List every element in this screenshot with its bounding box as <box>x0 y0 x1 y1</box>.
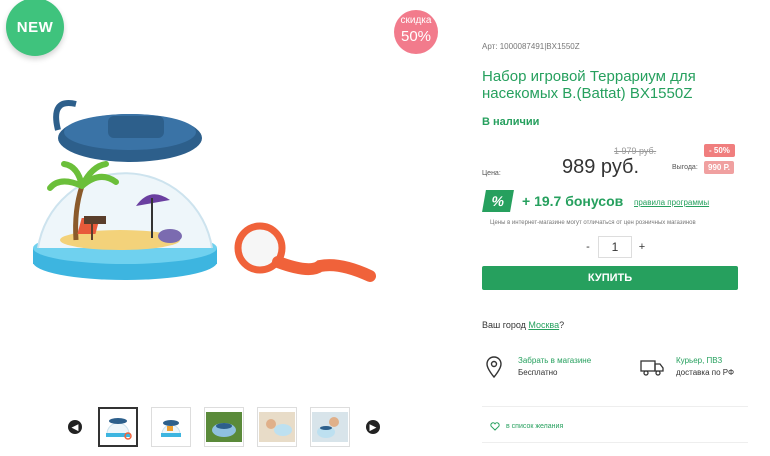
buy-button[interactable]: КУПИТЬ <box>482 266 738 290</box>
city-selector: Ваш город Москва? <box>482 320 564 330</box>
divider <box>482 406 748 407</box>
thumbnail-strip: ◀ ▶ <box>68 406 398 448</box>
product-sku: Арт: 1000087491|BX1550Z <box>482 42 580 51</box>
old-price: 1 979 руб. <box>614 146 657 156</box>
quantity-stepper: - 1 + <box>580 236 650 258</box>
thumbnail-5[interactable] <box>310 407 350 447</box>
thumbnail-4[interactable] <box>257 407 297 447</box>
product-info: Арт: 1000087491|BX1550Z Набор игровой Те… <box>482 0 770 456</box>
courier-title[interactable]: Курьер, ПВЗ <box>676 356 722 365</box>
sale-badge-label: скидка <box>400 15 432 26</box>
heart-icon <box>490 422 500 431</box>
savings-label: Выгода: <box>672 164 698 171</box>
product-title: Набор игровой Террариум для насекомых B.… <box>482 68 696 102</box>
quantity-input[interactable]: 1 <box>598 236 632 258</box>
new-badge-label: NEW <box>16 18 54 36</box>
quantity-decrease-button[interactable]: - <box>580 241 596 253</box>
stock-status: В наличии <box>482 116 540 128</box>
sale-badge: скидка 50% <box>394 10 438 54</box>
discount-badge: - 50% <box>704 144 735 157</box>
current-price: 989 руб. <box>562 156 640 178</box>
price-disclaimer: Цены в интернет-магазине могут отличатьс… <box>490 220 696 226</box>
thumbnail-1[interactable] <box>98 407 138 447</box>
thumbnail-3[interactable] <box>204 407 244 447</box>
sale-badge-value: 50% <box>400 28 432 45</box>
city-prefix: Ваш город <box>482 320 529 330</box>
quantity-increase-button[interactable]: + <box>634 241 650 253</box>
price-label: Цена: <box>482 170 501 177</box>
product-image[interactable] <box>20 90 400 320</box>
product-gallery: NEW скидка 50% ◀ ▶ <box>0 0 460 456</box>
pickup-title[interactable]: Забрать в магазине <box>518 356 591 365</box>
courier-description: доставка по РФ <box>676 368 735 377</box>
bonus-amount: + 19.7 бонусов <box>522 193 624 209</box>
chevron-right-icon[interactable]: ▶ <box>366 420 380 434</box>
wishlist-label: в список желания <box>506 423 564 430</box>
wishlist-link[interactable]: в список желания <box>490 422 563 431</box>
savings-badge: 990 Р. <box>704 161 734 174</box>
divider <box>482 442 748 443</box>
truck-icon <box>640 360 664 376</box>
city-suffix: ? <box>559 320 565 330</box>
pickup-price: Бесплатно <box>518 368 558 377</box>
location-pin-icon <box>486 356 502 378</box>
percent-icon: % <box>482 190 514 212</box>
city-link[interactable]: Москва <box>528 320 559 330</box>
thumbnail-2[interactable] <box>151 407 191 447</box>
chevron-left-icon[interactable]: ◀ <box>68 420 82 434</box>
new-badge: NEW <box>6 0 64 56</box>
bonus-rules-link[interactable]: правила программы <box>634 198 709 207</box>
